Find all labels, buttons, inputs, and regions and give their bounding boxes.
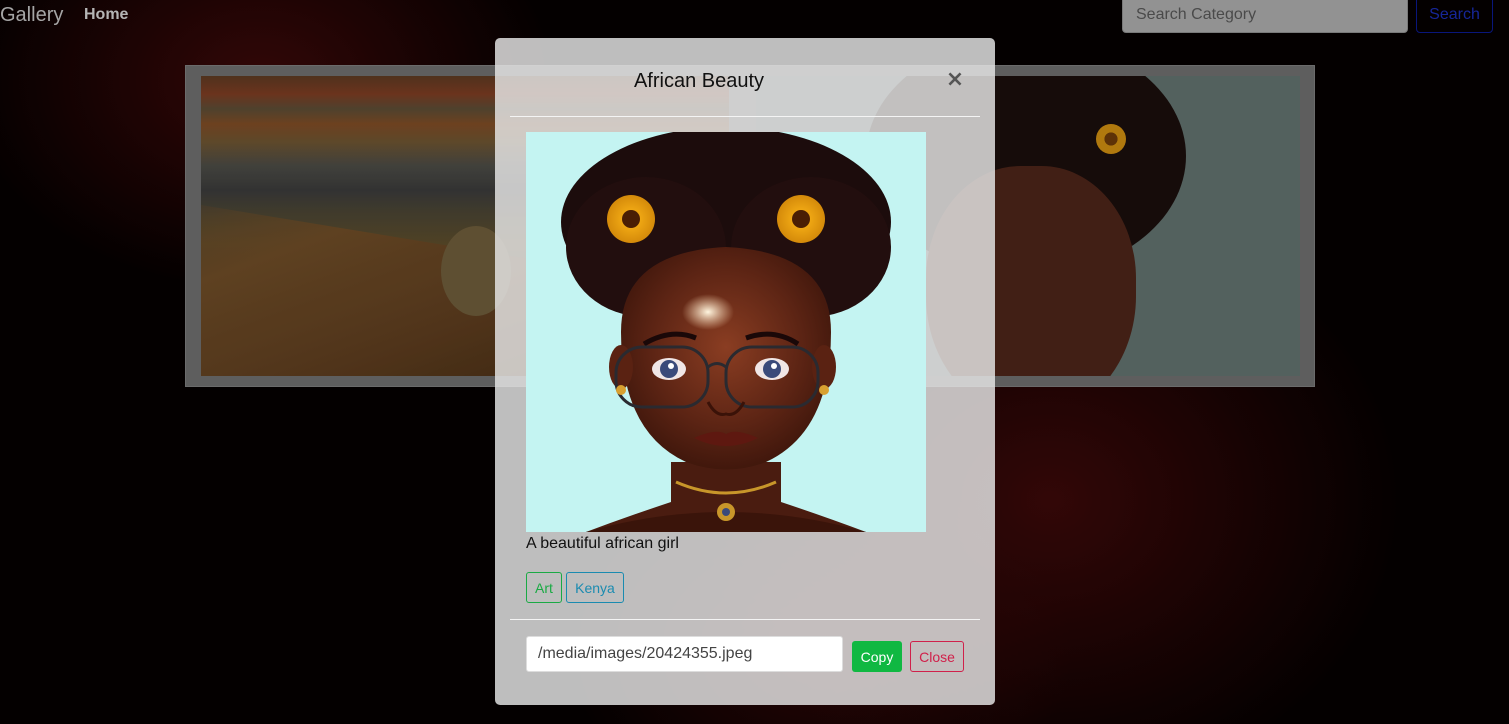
- image-url-field[interactable]: [526, 636, 843, 672]
- tag-kenya[interactable]: Kenya: [566, 572, 624, 603]
- modal-title: African Beauty: [633, 70, 765, 92]
- image-caption: A beautiful african girl: [526, 535, 679, 552]
- african-girl-illustration: [526, 132, 926, 532]
- modal-image: [526, 132, 926, 532]
- tag-art[interactable]: Art: [526, 572, 562, 603]
- close-icon[interactable]: ×: [943, 68, 967, 92]
- modal-footer: Copy Close: [510, 619, 980, 706]
- close-button[interactable]: Close: [910, 641, 964, 672]
- image-modal: African Beauty × A beautiful african gir…: [495, 38, 995, 705]
- copy-button[interactable]: Copy: [852, 641, 902, 672]
- modal-header: African Beauty ×: [510, 38, 980, 117]
